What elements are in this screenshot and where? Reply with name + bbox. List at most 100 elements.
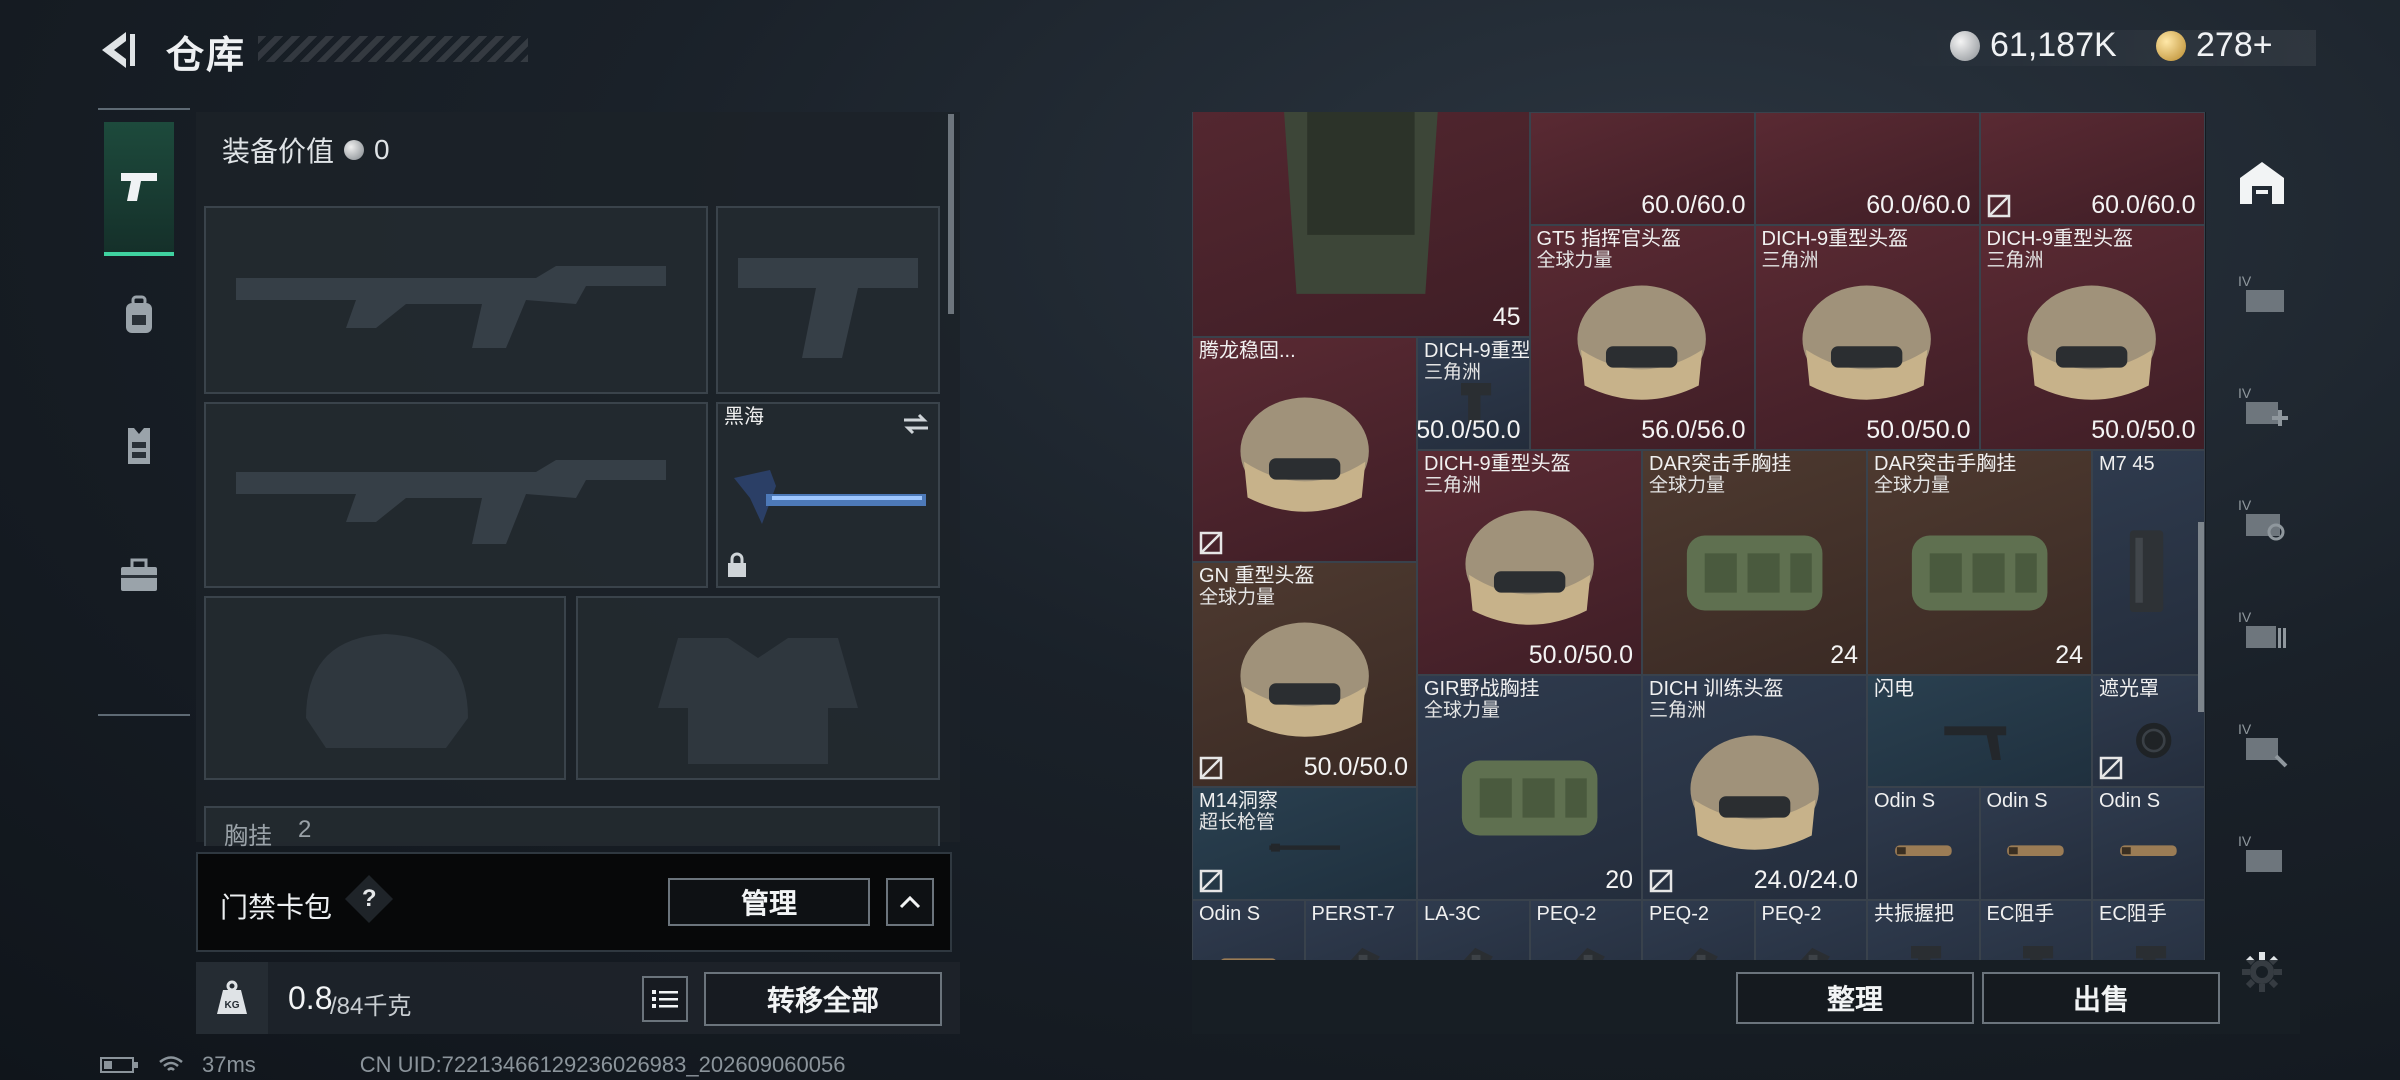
- item-faction: 全球力量: [1649, 474, 1726, 496]
- helmet-icon: [2027, 285, 2157, 400]
- back-arrow-icon[interactable]: [96, 28, 140, 72]
- inventory-item[interactable]: DICH-9重型头盔三角洲 50.0/50.0: [1417, 449, 1642, 675]
- item-name: PEQ-2: [1761, 902, 1822, 925]
- inventory-item[interactable]: DICH-9重型头盔三角洲 50.0/50.0: [1979, 224, 2205, 450]
- durability-value: 60.0/60.0: [2091, 190, 2196, 219]
- silver-amount: 61,187K: [1990, 26, 2117, 64]
- inventory-item[interactable]: EC阻手: [2092, 899, 2205, 960]
- item-name: EC阻手: [1986, 902, 2055, 925]
- inventory-item[interactable]: Odin S: [1192, 899, 1305, 960]
- vest-icon: [128, 428, 150, 464]
- backpack-icon: [126, 295, 152, 333]
- medical-storage-icon[interactable]: IV: [2236, 380, 2288, 432]
- tab-vest[interactable]: [104, 380, 174, 510]
- storage-expansion-1-icon[interactable]: IV: [2236, 268, 2288, 320]
- inventory-item[interactable]: 45: [1192, 112, 1530, 337]
- inventory-item[interactable]: 闪电: [1867, 674, 2092, 787]
- durability-value: 24.0/24.0: [1753, 865, 1858, 894]
- silver-currency: 61,187K: [1950, 26, 2117, 65]
- tab-case[interactable]: [104, 510, 174, 640]
- swap-icon[interactable]: [902, 412, 930, 436]
- bag-icon: [1911, 535, 2048, 611]
- inventory-item[interactable]: M14洞察 超长枪管: [1192, 787, 1417, 900]
- inventory-item[interactable]: 60.0/60.0: [1754, 112, 1980, 225]
- document-storage-icon[interactable]: IV: [2236, 604, 2288, 656]
- uid-text: CN UID:72213466129236026983_202609060056: [359, 1052, 846, 1077]
- inventory-item[interactable]: PEQ-2: [1754, 899, 1867, 960]
- tab-backpack[interactable]: [104, 250, 174, 380]
- untradeable-icon: [1199, 531, 1223, 555]
- gold-coin-icon: [2156, 30, 2186, 61]
- manage-button[interactable]: 管理: [668, 878, 870, 926]
- gold-currency[interactable]: 278+: [2156, 26, 2273, 65]
- inventory-item[interactable]: DAR突击手胸挂 全球力量 24: [1642, 449, 1867, 675]
- helmet-icon: [1690, 735, 1819, 850]
- item-name: Odin S: [1986, 790, 2048, 812]
- inventory-item[interactable]: PEQ-2: [1642, 899, 1755, 960]
- item-faction: 全球力量: [1199, 587, 1276, 608]
- item-name: DAR突击手胸挂: [1874, 452, 2017, 475]
- tidy-button[interactable]: 整理: [1736, 972, 1974, 1024]
- warehouse-icon[interactable]: [2236, 156, 2288, 208]
- inventory-item[interactable]: DICH 训练头盔 三角洲 24.0/24.0: [1642, 674, 1867, 900]
- help-icon[interactable]: ?: [344, 874, 394, 924]
- durability-value: 50.0/50.0: [1528, 640, 1633, 669]
- inventory-item[interactable]: M7 45: [2092, 449, 2205, 675]
- repair-storage-icon[interactable]: IV: [2236, 716, 2288, 768]
- inventory-item[interactable]: 60.0/60.0: [1979, 112, 2205, 225]
- item-faction: 三角洲: [1424, 474, 1482, 496]
- item-name: PEQ-2: [1536, 902, 1597, 925]
- inventory-item[interactable]: DICH-9重型头盔三角洲 50.0/50.0: [1754, 224, 1980, 450]
- inventory-item[interactable]: 60.0/60.0: [1529, 112, 1755, 225]
- inventory-item[interactable]: GIR野战胸挂 全球力量 20: [1417, 674, 1642, 900]
- transfer-all-button[interactable]: 转移全部: [704, 972, 942, 1026]
- tab-weapons[interactable]: [104, 122, 174, 256]
- svg-text:KG: KG: [225, 1000, 240, 1011]
- item-name: PEQ-2: [1649, 902, 1710, 925]
- inventory-item[interactable]: EC阻手: [1979, 899, 2092, 960]
- armor-slot[interactable]: [576, 596, 940, 780]
- secondary-weapon-slot[interactable]: [204, 402, 708, 588]
- inventory-item[interactable]: 遮光罩: [2092, 674, 2205, 787]
- loadout-scrollbar[interactable]: [948, 114, 954, 314]
- inventory-item[interactable]: PEQ-2: [1529, 899, 1642, 960]
- melee-slot[interactable]: 黑海: [716, 402, 940, 588]
- equipment-value-label: 装备价值: [222, 136, 335, 167]
- inventory-item[interactable]: Odin S: [1867, 787, 1980, 900]
- inventory-item[interactable]: DICH-9重型头盔三角洲 50.0/50.0: [1417, 337, 1530, 450]
- axe-icon: [734, 470, 926, 524]
- item-name: LA-3C: [1424, 902, 1481, 925]
- chest-rig-slot[interactable]: 胸挂 2: [204, 806, 940, 850]
- inventory-item[interactable]: Odin S: [1979, 787, 2092, 900]
- inventory-scrollbar[interactable]: [2198, 522, 2204, 712]
- inventory-item[interactable]: 腾龙稳固...: [1192, 337, 1417, 562]
- helmet-slot[interactable]: [204, 596, 566, 780]
- inventory-item[interactable]: DAR突击手胸挂 全球力量 24: [1867, 449, 2092, 675]
- light-icon: [1894, 845, 1952, 857]
- inventory-item[interactable]: 共振握把: [1867, 899, 1980, 960]
- item-name: Odin S: [2099, 790, 2161, 812]
- item-name: 腾龙稳固...: [1199, 340, 1296, 362]
- durability-value: 50.0/50.0: [2091, 415, 2196, 444]
- ammo-storage-icon[interactable]: IV: [2236, 492, 2288, 544]
- stack-count: 24: [1830, 640, 1858, 669]
- svg-text:IV: IV: [2238, 385, 2252, 401]
- expand-button[interactable]: [886, 878, 934, 926]
- inventory-item[interactable]: Odin S: [2092, 787, 2205, 900]
- status-bar: 37ms CN UID:72213466129236026983_2026090…: [100, 1052, 845, 1078]
- primary-weapon-slot[interactable]: [204, 206, 708, 394]
- inventory-item[interactable]: PERST-7: [1304, 899, 1417, 960]
- sell-button[interactable]: 出售: [1982, 972, 2220, 1024]
- item-name: DICH 训练头盔: [1649, 677, 1784, 700]
- item-name: Odin S: [1199, 902, 1261, 925]
- item-name: M14洞察: [1199, 790, 1278, 812]
- sidearm-slot[interactable]: [716, 206, 940, 394]
- svg-text:IV: IV: [2238, 833, 2252, 849]
- inventory-item[interactable]: GN 重型头盔 全球力量 50.0/50.0: [1192, 562, 1417, 787]
- inventory-item[interactable]: GT5 指挥官头盔 全球力量 56.0/56.0: [1529, 224, 1755, 450]
- inventory-grid: 60.0/60.0 60.0/60.0 60.0/60.0 45 GT5 指挥官头盔 全球…: [1192, 112, 2206, 960]
- misc-storage-icon[interactable]: IV: [2236, 828, 2288, 880]
- list-view-button[interactable]: [642, 976, 688, 1022]
- inventory-item[interactable]: LA-3C: [1417, 899, 1530, 960]
- ping-value: 37ms: [202, 1052, 256, 1077]
